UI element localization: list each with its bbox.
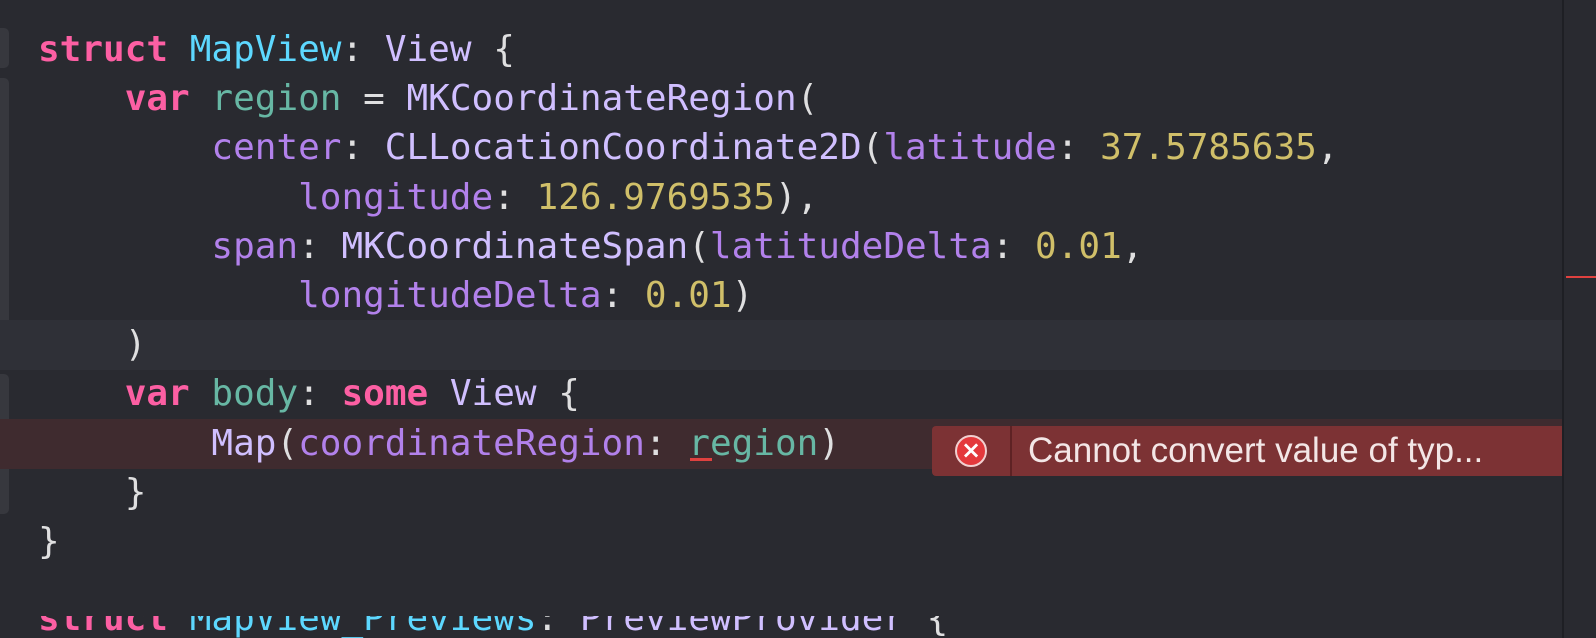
code-token: latitude (883, 127, 1057, 169)
code-token: region (211, 78, 342, 120)
code-line-partial-text: struct MapView_Previews: PreviewProvider… (38, 616, 949, 638)
error-scroll-marker[interactable] (1566, 276, 1596, 278)
code-line[interactable]: span: MKCoordinateSpan(latitudeDelta: 0.… (0, 222, 1562, 272)
code-line-text: longitude: 126.9769535), (38, 173, 818, 223)
code-token: ) (818, 422, 840, 464)
code-line[interactable]: } (0, 517, 1562, 567)
code-line-text: } (38, 468, 147, 518)
code-token: MKCoordinateSpan (341, 225, 689, 267)
code-token: { (471, 29, 515, 70)
code-token: View (384, 29, 472, 70)
code-line-text: var body: some View { (38, 369, 580, 419)
code-token: span (211, 225, 299, 267)
code-token: coordinateRegion (298, 422, 645, 464)
code-line[interactable]: longitudeDelta: 0.01) (0, 271, 1562, 321)
code-token: : (298, 225, 342, 267)
code-token: ( (796, 78, 819, 120)
code-token: ( (688, 225, 710, 267)
code-token: ), (774, 176, 819, 218)
code-line-text: ) (38, 320, 147, 370)
error-token: region (688, 423, 818, 464)
code-token: longitude (298, 176, 494, 218)
code-line-partial: struct MapView_Previews: PreviewProvider… (0, 616, 1562, 638)
code-token: : (341, 127, 385, 169)
code-line-text: span: MKCoordinateSpan(latitudeDelta: 0.… (38, 222, 1143, 272)
code-token: : (601, 275, 645, 316)
code-token: : (1056, 127, 1101, 169)
code-token: var (124, 78, 190, 120)
code-line[interactable]: var region = MKCoordinateRegion( (0, 74, 1562, 124)
error-banner[interactable]: × Cannot convert value of typ... (932, 426, 1562, 476)
code-line[interactable]: struct MapView: View { (0, 25, 1562, 75)
code-token: } (38, 521, 60, 562)
code-token: struct (38, 29, 169, 70)
error-x-circle-icon[interactable]: × (955, 435, 987, 467)
code-line[interactable]: longitude: 126.9769535), (0, 173, 1562, 223)
code-token: { (536, 373, 580, 415)
code-editor[interactable]: struct MapView: View { var region = MKCo… (0, 0, 1562, 638)
code-line-text: Map(coordinateRegion: region) (38, 419, 840, 469)
code-token: } (124, 471, 147, 513)
code-token: : (644, 422, 689, 464)
code-token: ( (861, 127, 884, 169)
code-token: some (341, 373, 429, 415)
code-line-text: } (38, 517, 60, 567)
code-token: : (341, 29, 385, 70)
code-token: = (341, 78, 407, 120)
code-token: CLLocationCoordinate2D (384, 127, 862, 169)
code-line-text: struct MapView: View { (38, 25, 515, 75)
code-token: , (1316, 127, 1339, 169)
code-line-text: center: CLLocationCoordinate2D(latitude:… (38, 123, 1339, 173)
code-token: center (211, 127, 342, 169)
code-line-text: var region = MKCoordinateRegion( (38, 74, 819, 124)
code-token: body (211, 373, 299, 415)
code-token: : (298, 373, 342, 415)
code-line[interactable] (0, 566, 1562, 616)
error-icon-container[interactable]: × (932, 426, 1012, 476)
code-token: View (449, 373, 537, 415)
vertical-scrollbar[interactable] (1562, 0, 1596, 638)
error-message[interactable]: Cannot convert value of typ... (1012, 431, 1483, 471)
code-token: 0.01 (1035, 225, 1122, 267)
code-token: latitudeDelta (709, 225, 992, 267)
code-token: MKCoordinateRegion (406, 78, 797, 120)
code-line[interactable]: ) (0, 320, 1562, 371)
code-line-text: longitudeDelta: 0.01) (38, 271, 753, 321)
code-token: longitudeDelta (298, 275, 602, 316)
code-token: 0.01 (644, 275, 732, 316)
code-token: 126.9769535 (536, 176, 775, 218)
code-token: var (124, 373, 190, 415)
code-token: : (493, 176, 537, 218)
code-token: : (991, 225, 1036, 267)
code-token: 37.5785635 (1100, 127, 1317, 169)
code-token: , (1121, 225, 1144, 267)
code-token: ) (731, 275, 754, 316)
code-token: MapView (189, 29, 342, 70)
code-line[interactable]: center: CLLocationCoordinate2D(latitude:… (0, 123, 1562, 173)
code-token: ) (124, 324, 147, 366)
code-token: Map (211, 422, 277, 464)
code-line[interactable]: var body: some View { (0, 369, 1562, 419)
code-token: ( (276, 422, 299, 464)
